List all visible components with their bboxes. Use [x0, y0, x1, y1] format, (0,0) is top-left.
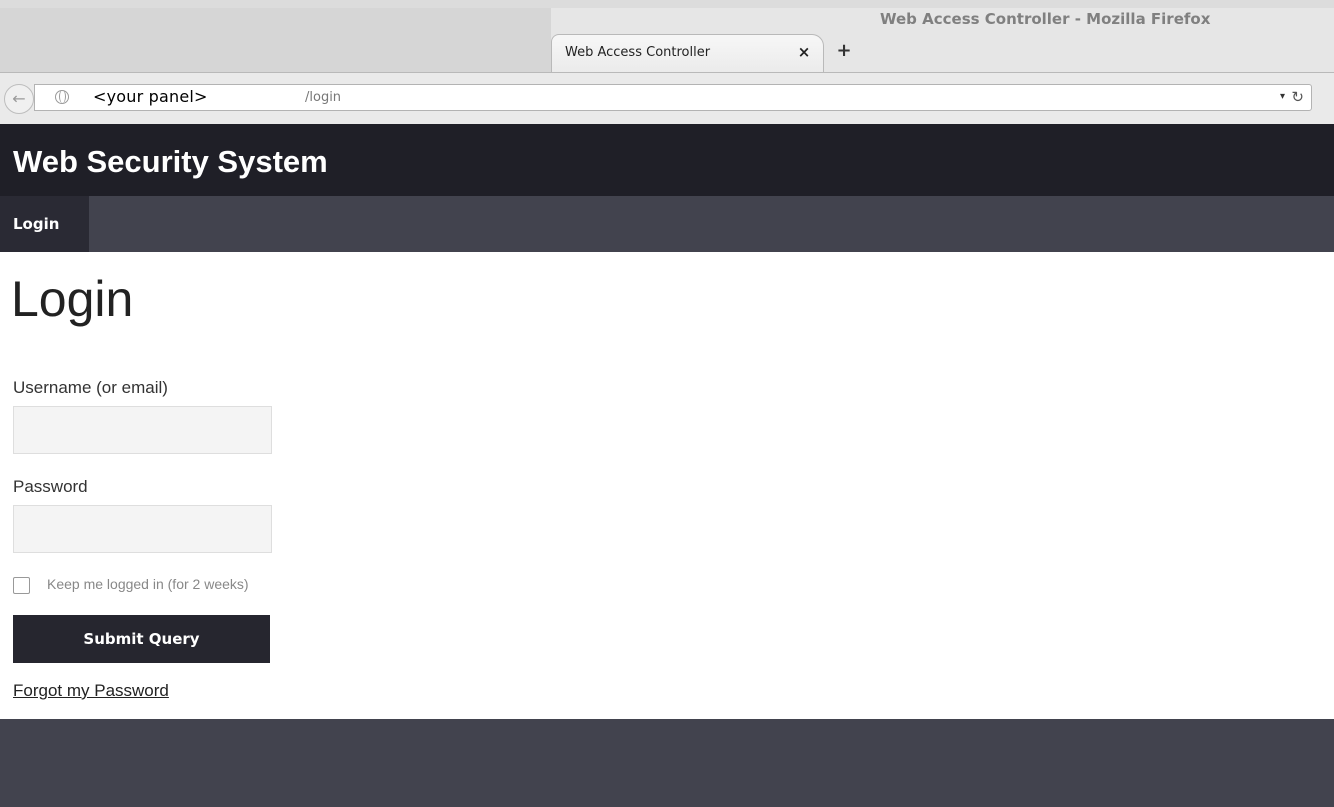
url-host: <your panel>: [93, 87, 208, 106]
remember-me-checkbox[interactable]: [13, 577, 30, 594]
chevron-down-icon[interactable]: ▾: [1280, 91, 1285, 102]
url-bar[interactable]: <your panel> /login ▾ ↻: [34, 84, 1312, 111]
reload-icon[interactable]: ↻: [1291, 88, 1304, 106]
username-label: Username (or email): [13, 378, 168, 397]
browser-navbar: <your panel> /login ▾ ↻ ←: [0, 72, 1334, 124]
url-path: /login: [305, 90, 342, 105]
browser-tab[interactable]: Web Access Controller ×: [551, 34, 824, 72]
page-title: Login: [11, 271, 134, 327]
site-footer: [0, 719, 1334, 807]
new-tab-icon[interactable]: +: [835, 42, 853, 60]
close-icon[interactable]: ×: [796, 44, 812, 60]
username-field[interactable]: [13, 406, 272, 454]
globe-icon: [55, 90, 69, 104]
forgot-password-link[interactable]: Forgot my Password: [13, 681, 169, 701]
titlebar-left-area: [0, 8, 551, 74]
back-button[interactable]: ←: [4, 84, 34, 114]
tab-title: Web Access Controller: [565, 45, 711, 60]
site-header: Web Security System: [0, 124, 1334, 196]
submit-button[interactable]: Submit Query: [13, 615, 270, 663]
nav-item-login[interactable]: Login: [0, 196, 89, 252]
site-nav: Login: [0, 196, 1334, 252]
window-title: Web Access Controller - Mozilla Firefox: [880, 10, 1211, 28]
password-label: Password: [13, 477, 88, 496]
remember-me-label[interactable]: Keep me logged in (for 2 weeks): [47, 576, 249, 592]
site-title[interactable]: Web Security System: [13, 144, 328, 180]
password-field[interactable]: [13, 505, 272, 553]
